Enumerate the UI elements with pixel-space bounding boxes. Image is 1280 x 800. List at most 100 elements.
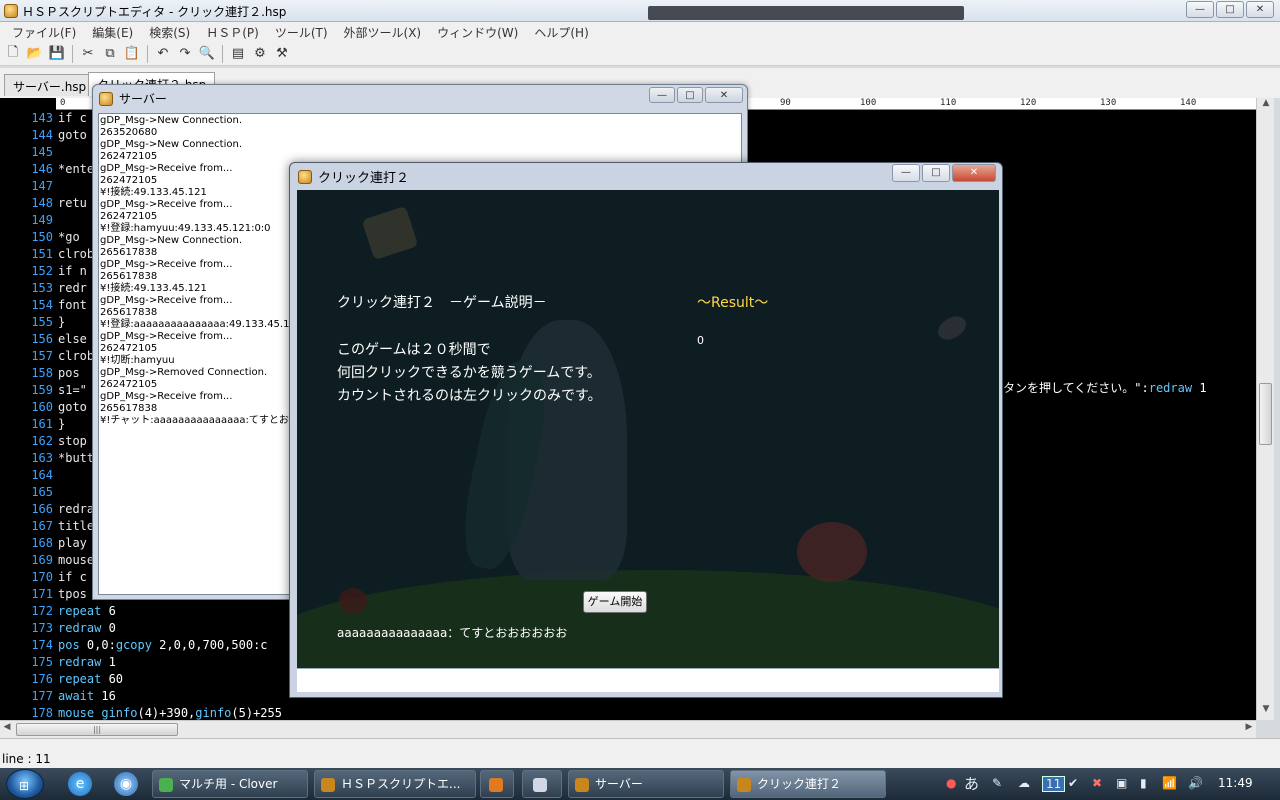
menu-edit[interactable]: 編集(E) bbox=[84, 22, 141, 42]
redo-icon[interactable]: ↷ bbox=[174, 44, 196, 64]
display-icon[interactable]: ▣ bbox=[1116, 776, 1127, 790]
find-icon[interactable]: 🔍 bbox=[196, 44, 218, 64]
chat-message: aaaaaaaaaaaaaaa：てすとおおおおおお bbox=[337, 626, 568, 640]
tab-server-hsp[interactable]: サーバー.hsp bbox=[4, 74, 96, 96]
maximize-button[interactable]: □ bbox=[922, 164, 950, 182]
code-line: pos 0,0:gcopy 2,0,0,700,500:c bbox=[58, 638, 268, 652]
code-line: repeat 6 bbox=[58, 604, 116, 618]
menu-help[interactable]: ヘルプ(H) bbox=[526, 22, 596, 42]
undo-icon[interactable]: ↶ bbox=[152, 44, 174, 64]
log-line: 262472105 bbox=[100, 151, 158, 162]
game-window[interactable]: クリック連打２ — □ ✕ クリック連打２ －ゲーム説明－ ～Result～ 0… bbox=[289, 162, 1003, 698]
menu-hsp[interactable]: ＨＳＰ(P) bbox=[198, 22, 267, 42]
code-line: redr bbox=[58, 281, 87, 295]
code-keyword: ginfo bbox=[195, 706, 232, 720]
scroll-right-arrow-icon[interactable]: ▶ bbox=[1242, 722, 1256, 732]
paste-icon[interactable]: 📋 bbox=[121, 44, 143, 64]
task-window[interactable] bbox=[522, 770, 562, 798]
task-clover[interactable]: マルチ用 - Clover bbox=[152, 770, 308, 798]
log-line: gDP_Msg->Receive from... bbox=[100, 259, 233, 270]
start-game-button[interactable]: ゲーム開始 bbox=[583, 591, 647, 613]
network-signal-icon[interactable]: 📶 bbox=[1162, 776, 1177, 790]
game-title-bar: クリック連打２ bbox=[298, 167, 409, 186]
line-number: 170 bbox=[31, 570, 53, 584]
minimize-button[interactable]: — bbox=[1186, 1, 1214, 18]
build-icon[interactable]: ⚙ bbox=[249, 44, 271, 64]
copy-icon[interactable]: ⧉ bbox=[99, 44, 121, 64]
scroll-left-arrow-icon[interactable]: ◀ bbox=[0, 722, 14, 732]
vertical-scroll-thumb[interactable] bbox=[1259, 383, 1272, 445]
ruler-label: 130 bbox=[1100, 98, 1117, 108]
game-canvas[interactable]: クリック連打２ －ゲーム説明－ ～Result～ 0 このゲームは２０秒間で 何… bbox=[297, 190, 999, 668]
ime-tool-icon[interactable]: ✎ bbox=[992, 776, 1002, 790]
code-line: *go bbox=[58, 230, 80, 244]
scroll-up-arrow-icon[interactable]: ▲ bbox=[1257, 98, 1275, 114]
line-number: 143 bbox=[31, 111, 53, 125]
ruler-label: 90 bbox=[780, 98, 791, 108]
close-button[interactable]: ✕ bbox=[1246, 1, 1274, 18]
task-server[interactable]: サーバー bbox=[568, 770, 724, 798]
menu-tools[interactable]: ツール(T) bbox=[267, 22, 336, 42]
toolbar-separator bbox=[147, 44, 148, 63]
ruler-label: 140 bbox=[1180, 98, 1197, 108]
code-line: if c bbox=[58, 570, 87, 584]
new-file-icon[interactable]: 🗋 bbox=[2, 44, 24, 64]
menu-bar: ファイル(F) 編集(E) 検索(S) ＨＳＰ(P) ツール(T) 外部ツール(… bbox=[0, 22, 1280, 42]
open-folder-icon[interactable]: 📂 bbox=[24, 44, 46, 64]
volume-icon[interactable]: 🔊 bbox=[1188, 776, 1203, 790]
menu-external-tools[interactable]: 外部ツール(X) bbox=[336, 22, 430, 42]
menu-search[interactable]: 検索(S) bbox=[141, 22, 198, 42]
menu-window[interactable]: ウィンドウ(W) bbox=[429, 22, 526, 42]
log-line: ¥!切断:hamyuu bbox=[100, 355, 175, 366]
task-hsp-editor[interactable]: ＨＳＰスクリプトエ... bbox=[314, 770, 476, 798]
line-number: 171 bbox=[31, 587, 53, 601]
check-icon[interactable]: ✔ bbox=[1068, 776, 1078, 790]
hsp-app-icon bbox=[321, 777, 335, 792]
horizontal-scroll-thumb[interactable]: ||| bbox=[16, 723, 178, 736]
scroll-down-arrow-icon[interactable]: ▼ bbox=[1257, 704, 1275, 720]
close-button[interactable]: ✕ bbox=[952, 164, 996, 182]
task-click-renda[interactable]: クリック連打２ bbox=[730, 770, 886, 798]
minimize-button[interactable]: — bbox=[649, 87, 675, 103]
title-bar-blur-area bbox=[648, 6, 964, 20]
cloud-icon[interactable]: ☁ bbox=[1018, 776, 1030, 790]
close-button[interactable]: ✕ bbox=[705, 87, 743, 103]
menu-file[interactable]: ファイル(F) bbox=[4, 22, 84, 42]
server-title-bar: サーバー bbox=[99, 90, 167, 112]
flag-icon[interactable]: ✖ bbox=[1092, 776, 1102, 790]
log-line: gDP_Msg->New Connection. bbox=[100, 115, 243, 126]
horizontal-scrollbar[interactable]: ◀ ||| ▶ bbox=[0, 720, 1256, 738]
game-heading: クリック連打２ －ゲーム説明－ bbox=[337, 295, 547, 311]
ie-icon[interactable]: e bbox=[68, 772, 92, 796]
maximize-button[interactable]: □ bbox=[677, 87, 703, 103]
calendar-badge[interactable]: 11 bbox=[1042, 776, 1066, 792]
hsp-app-icon bbox=[737, 777, 751, 792]
notification-icon[interactable]: ● bbox=[946, 776, 956, 790]
code-line: retu bbox=[58, 196, 87, 210]
code-line: stop bbox=[58, 434, 87, 448]
line-number: 163 bbox=[31, 451, 53, 465]
ime-mode-indicator[interactable]: あ bbox=[964, 773, 979, 794]
browser-icon[interactable]: ◉ bbox=[114, 772, 138, 796]
save-icon[interactable]: 💾 bbox=[46, 44, 68, 64]
power-icon[interactable]: ▮ bbox=[1140, 776, 1147, 790]
cut-icon[interactable]: ✂ bbox=[77, 44, 99, 64]
line-number: 164 bbox=[31, 468, 53, 482]
maximize-button[interactable]: □ bbox=[1216, 1, 1244, 18]
vertical-scrollbar[interactable]: ▲ ▼ bbox=[1256, 98, 1274, 720]
line-number: 167 bbox=[31, 519, 53, 533]
log-line: 263520680 bbox=[100, 127, 158, 138]
game-input-strip[interactable] bbox=[297, 668, 999, 692]
log-line: gDP_Msg->New Connection. bbox=[100, 235, 243, 246]
task-media-player[interactable] bbox=[480, 770, 514, 798]
code-keyword: mouse bbox=[58, 706, 95, 720]
run-icon[interactable]: ▤ bbox=[227, 44, 249, 64]
code-text: (5)+255 bbox=[231, 706, 282, 720]
start-button[interactable]: ⊞ bbox=[6, 769, 44, 799]
taskbar-clock[interactable]: 11:49 bbox=[1218, 776, 1253, 790]
code-text: 0,0: bbox=[79, 638, 116, 652]
line-number: 144 bbox=[31, 128, 53, 142]
code-line: redraw 1 bbox=[58, 655, 116, 669]
minimize-button[interactable]: — bbox=[892, 164, 920, 182]
compile-icon[interactable]: ⚒ bbox=[271, 44, 293, 64]
